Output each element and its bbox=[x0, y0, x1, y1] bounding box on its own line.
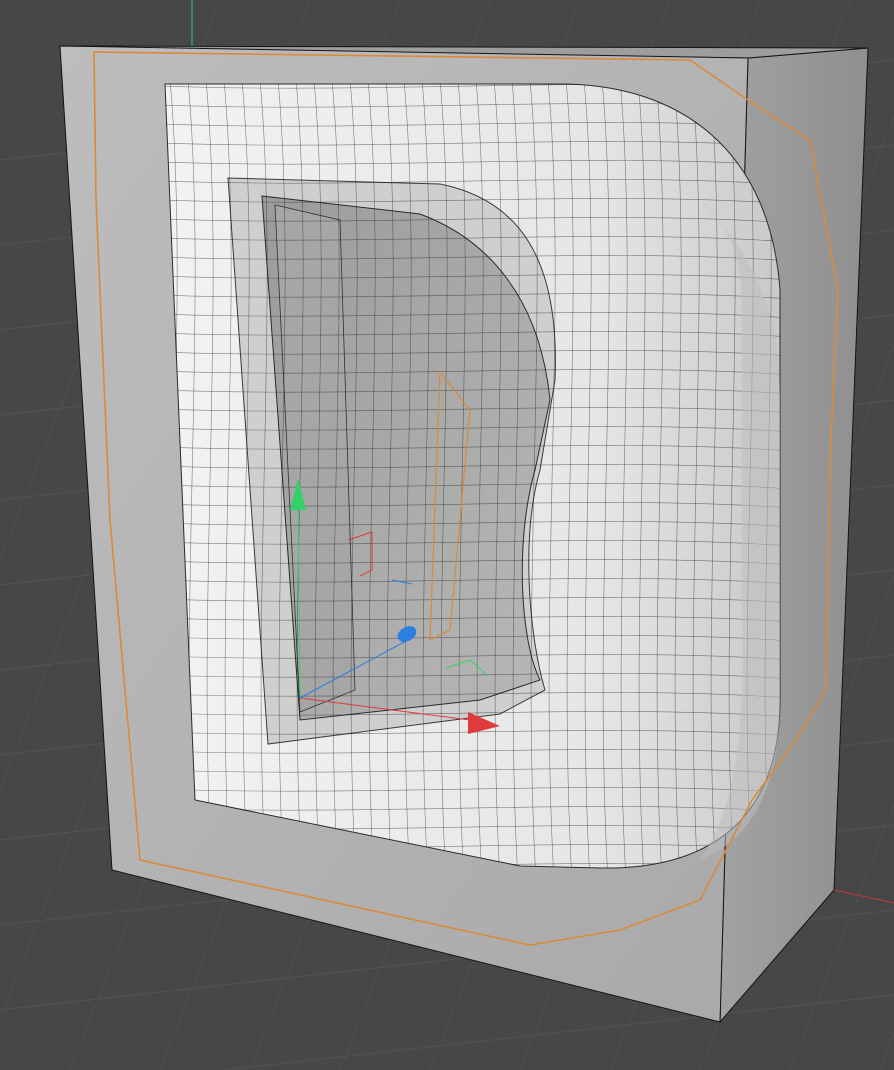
grid-line bbox=[219, 994, 894, 1070]
grid-line bbox=[879, 1032, 894, 1070]
viewport-canvas[interactable] bbox=[0, 0, 894, 1070]
3d-viewport[interactable] bbox=[0, 0, 894, 1070]
d-letter-object[interactable] bbox=[160, 80, 790, 880]
